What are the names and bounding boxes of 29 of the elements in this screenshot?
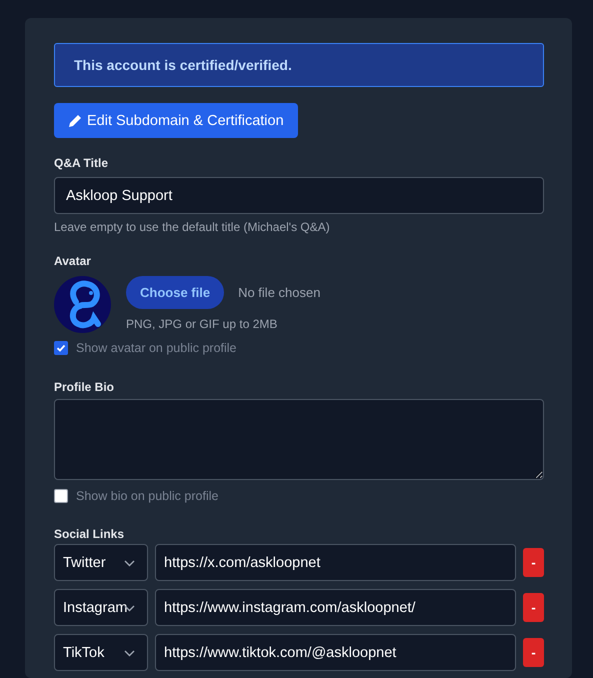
checkbox-label: Show bio on public profile [76,489,218,503]
platform-select[interactable]: Instagram [54,589,148,626]
url-input[interactable]: https://x.com/askloopnet [155,544,516,581]
checkbox[interactable] [54,341,68,355]
remove-button[interactable]: - [523,593,544,622]
remove-button[interactable]: - [523,548,544,577]
avatar-logo [54,276,111,333]
url-input[interactable]: https://www.instagram.com/askloopnet/ [155,589,516,626]
hint-text: PNG, JPG or GIF up to 2MB [126,317,278,331]
verified-alert: This account is certified/verified. [54,43,544,87]
field-label: Q&A Title [54,155,110,171]
pencil-icon [68,114,82,128]
platform-select[interactable]: Twitter [54,544,148,581]
edit-subdomain-button[interactable]: Edit Subdomain & Certification [54,103,298,138]
remove-button[interactable]: - [523,638,544,667]
platform-select[interactable]: TikTok [54,634,148,671]
field-label: Social Links [54,526,126,542]
bio-textarea[interactable] [54,399,544,480]
title-input[interactable]: Askloop Support [54,177,544,214]
field-label: Profile Bio [54,379,116,395]
checkbox-label: Show avatar on public profile [76,341,237,355]
checkbox[interactable] [54,489,68,503]
file-status: No file chosen [238,285,320,300]
hint-text: Leave empty to use the default title (Michael's Q&A) [54,220,331,234]
chevron-down-icon [124,650,135,657]
field-label: Avatar [54,253,92,269]
url-input[interactable]: https://www.tiktok.com/@askloopnet [155,634,516,671]
chevron-down-icon [124,560,135,567]
choose-file-button[interactable]: Choose file [126,276,224,309]
